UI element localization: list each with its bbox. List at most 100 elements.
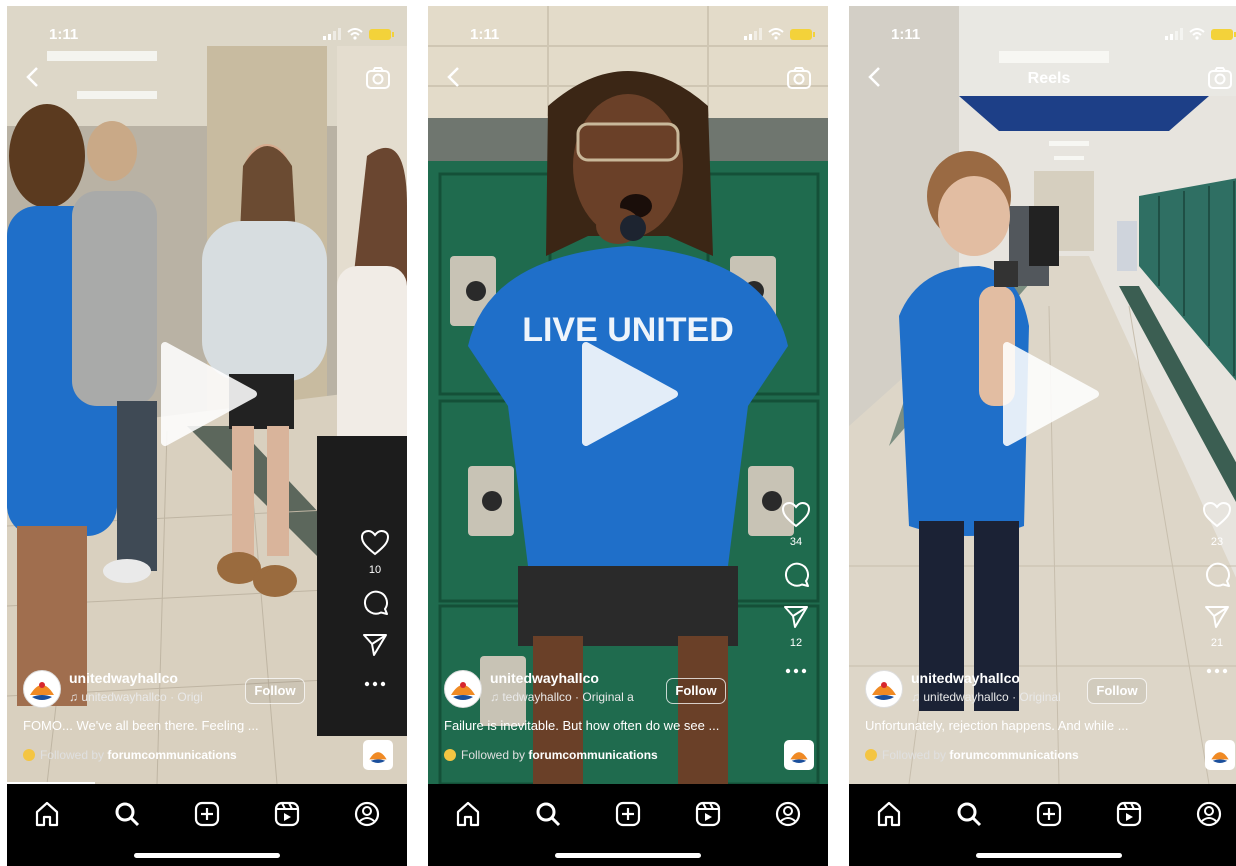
search-icon[interactable] xyxy=(113,800,141,828)
status-bar: 1:11 xyxy=(849,26,1236,46)
cellular-signal-icon xyxy=(744,28,762,40)
united-way-logo-icon xyxy=(790,752,808,763)
wifi-icon xyxy=(768,28,784,40)
comment-icon[interactable] xyxy=(361,588,389,616)
avatar[interactable] xyxy=(23,670,61,708)
send-icon[interactable] xyxy=(362,633,388,657)
profile-icon[interactable] xyxy=(1195,800,1223,828)
audio-track[interactable]: ♫ tedwayhallco · Original a xyxy=(490,690,660,704)
more-icon[interactable] xyxy=(1206,668,1228,674)
reels-icon[interactable] xyxy=(694,800,722,828)
more-icon[interactable] xyxy=(364,681,386,687)
reel-screen-1: 1:11 10 unitedwayhallco ♫ unitedwayhallc… xyxy=(7,6,407,866)
home-icon[interactable] xyxy=(454,800,482,828)
bottom-nav xyxy=(849,784,1236,866)
bottom-nav xyxy=(7,784,407,866)
reel-video[interactable] xyxy=(7,6,407,784)
reel-screen-3: 1:11 Reels 23 21 unitedwayhallco ♫ unite… xyxy=(849,6,1236,866)
action-rail: 34 12 xyxy=(778,501,814,679)
profile-icon[interactable] xyxy=(353,800,381,828)
like-count: 23 xyxy=(1210,536,1224,548)
united-way-logo-icon xyxy=(369,752,387,763)
united-way-logo-icon xyxy=(30,682,54,700)
caption[interactable]: Failure is inevitable. But how often do … xyxy=(444,718,774,733)
reels-icon[interactable] xyxy=(1115,800,1143,828)
reel-screen-2: LIVE UNITED 1:11 34 12 unitedwayhallco ♫… xyxy=(428,6,828,866)
search-icon[interactable] xyxy=(534,800,562,828)
followed-by: Followed by forumcommunications xyxy=(865,748,1079,762)
followed-prefix: Followed by xyxy=(461,748,526,762)
more-icon[interactable] xyxy=(785,668,807,674)
wifi-icon xyxy=(1189,28,1205,40)
home-icon[interactable] xyxy=(33,800,61,828)
play-icon[interactable] xyxy=(999,342,1099,446)
united-way-logo-icon xyxy=(1211,752,1229,763)
status-time: 1:11 xyxy=(470,26,500,43)
followed-by: Followed by forumcommunications xyxy=(444,748,658,762)
battery-charging-icon xyxy=(1211,28,1236,40)
username[interactable]: unitedwayhallco xyxy=(911,670,1020,686)
play-icon[interactable] xyxy=(578,342,678,446)
followed-prefix: Followed by xyxy=(40,748,105,762)
search-icon[interactable] xyxy=(955,800,983,828)
like-count: 10 xyxy=(368,564,382,576)
home-indicator xyxy=(555,853,701,858)
audio-thumbnail[interactable] xyxy=(784,740,814,770)
audio-label: tedwayhallco · Original a xyxy=(502,690,634,704)
comment-icon[interactable] xyxy=(782,560,810,588)
follower-avatar xyxy=(865,749,877,761)
username[interactable]: unitedwayhallco xyxy=(69,670,178,686)
follow-button[interactable]: Follow xyxy=(245,678,305,704)
audio-track[interactable]: ♫ unitedwayhallco · Origi xyxy=(69,690,239,704)
create-icon[interactable] xyxy=(193,800,221,828)
home-icon[interactable] xyxy=(875,800,903,828)
reel-video[interactable] xyxy=(849,6,1236,784)
follow-button[interactable]: Follow xyxy=(666,678,726,704)
username[interactable]: unitedwayhallco xyxy=(490,670,599,686)
back-arrow-icon[interactable] xyxy=(446,66,460,88)
heart-icon[interactable] xyxy=(781,501,811,528)
caption[interactable]: FOMO... We've all been there. Feeling ..… xyxy=(23,718,353,733)
audio-label: unitedwayhallco · Origi xyxy=(81,690,203,704)
cellular-signal-icon xyxy=(323,28,341,40)
avatar[interactable] xyxy=(444,670,482,708)
bottom-nav xyxy=(428,784,828,866)
play-icon[interactable] xyxy=(157,342,257,446)
follow-button[interactable]: Follow xyxy=(1087,678,1147,704)
reel-video[interactable]: LIVE UNITED xyxy=(428,6,828,784)
home-indicator xyxy=(134,853,280,858)
create-icon[interactable] xyxy=(1035,800,1063,828)
follower-avatar xyxy=(444,749,456,761)
heart-icon[interactable] xyxy=(1202,501,1232,528)
audio-thumbnail[interactable] xyxy=(363,740,393,770)
followed-prefix: Followed by xyxy=(882,748,947,762)
audio-track[interactable]: ♫ unitedwayhallco · Original xyxy=(911,690,1081,704)
camera-icon[interactable] xyxy=(786,66,812,90)
page-title: Reels xyxy=(1027,70,1071,87)
profile-icon[interactable] xyxy=(774,800,802,828)
heart-icon[interactable] xyxy=(360,529,390,556)
create-icon[interactable] xyxy=(614,800,642,828)
comment-icon[interactable] xyxy=(1203,560,1231,588)
audio-thumbnail[interactable] xyxy=(1205,740,1235,770)
back-arrow-icon[interactable] xyxy=(25,66,39,88)
reels-icon[interactable] xyxy=(273,800,301,828)
music-note-icon: ♫ xyxy=(911,690,924,704)
status-bar: 1:11 xyxy=(7,26,407,46)
caption[interactable]: Unfortunately, rejection happens. And wh… xyxy=(865,718,1195,733)
share-count: 21 xyxy=(1210,637,1224,649)
camera-icon[interactable] xyxy=(1207,66,1233,90)
avatar[interactable] xyxy=(865,670,903,708)
send-icon[interactable] xyxy=(1204,605,1230,629)
follower-avatar xyxy=(23,749,35,761)
home-indicator xyxy=(976,853,1122,858)
audio-label: unitedwayhallco · Original xyxy=(923,690,1061,704)
followed-by-name: forumcommunications xyxy=(528,748,658,762)
music-note-icon: ♫ xyxy=(490,690,503,704)
status-bar: 1:11 xyxy=(428,26,828,46)
send-icon[interactable] xyxy=(783,605,809,629)
united-way-logo-icon xyxy=(872,682,896,700)
like-count: 34 xyxy=(789,536,803,548)
camera-icon[interactable] xyxy=(365,66,391,90)
share-count: 12 xyxy=(789,637,803,649)
